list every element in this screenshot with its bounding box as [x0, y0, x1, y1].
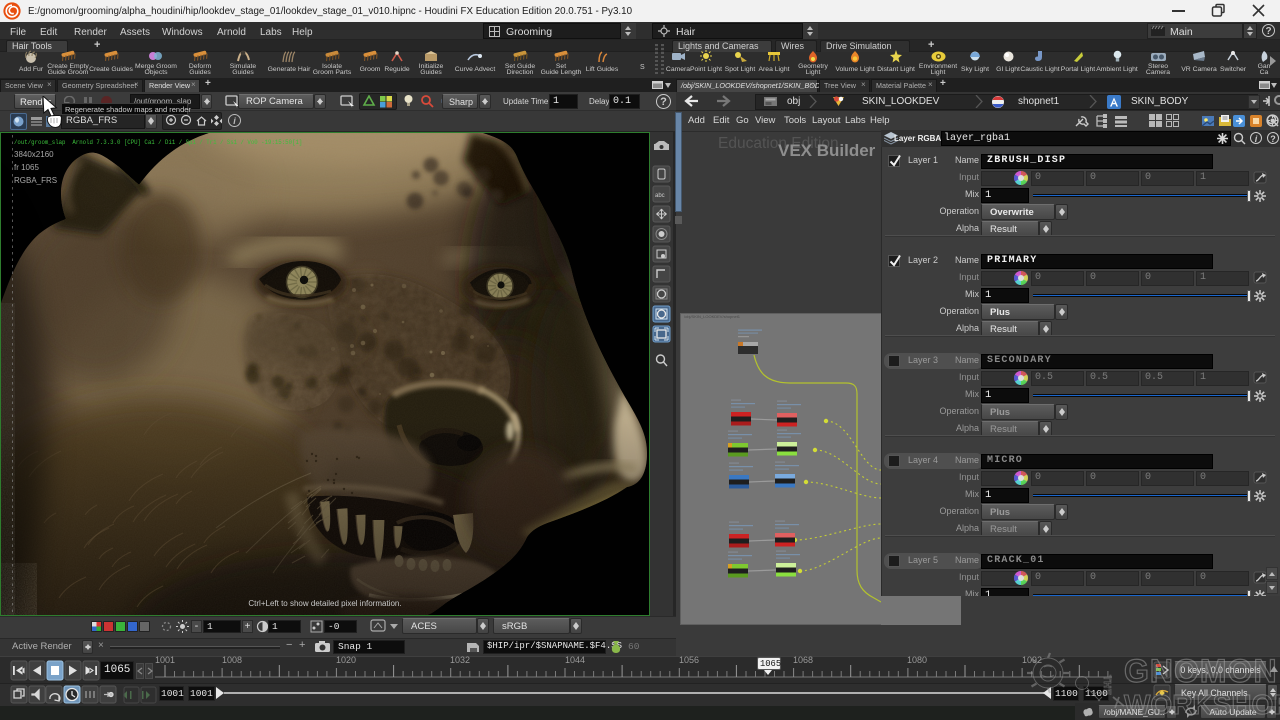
svg-text:1008: 1008 — [222, 656, 242, 665]
svg-text:1001: 1001 — [155, 656, 175, 665]
svg-text:THE: THE — [1101, 675, 1112, 695]
svg-text:GNOMON: GNOMON — [1124, 653, 1278, 689]
svg-text:1080: 1080 — [907, 656, 927, 665]
svg-text:1020: 1020 — [336, 656, 356, 665]
svg-text:1032: 1032 — [450, 656, 470, 665]
svg-text:1068: 1068 — [793, 656, 813, 665]
svg-text:1056: 1056 — [679, 656, 699, 665]
svg-text:abc: abc — [655, 193, 665, 199]
svg-text:WORKSHOP: WORKSHOP — [1124, 689, 1280, 720]
svg-text:1044: 1044 — [565, 656, 585, 665]
